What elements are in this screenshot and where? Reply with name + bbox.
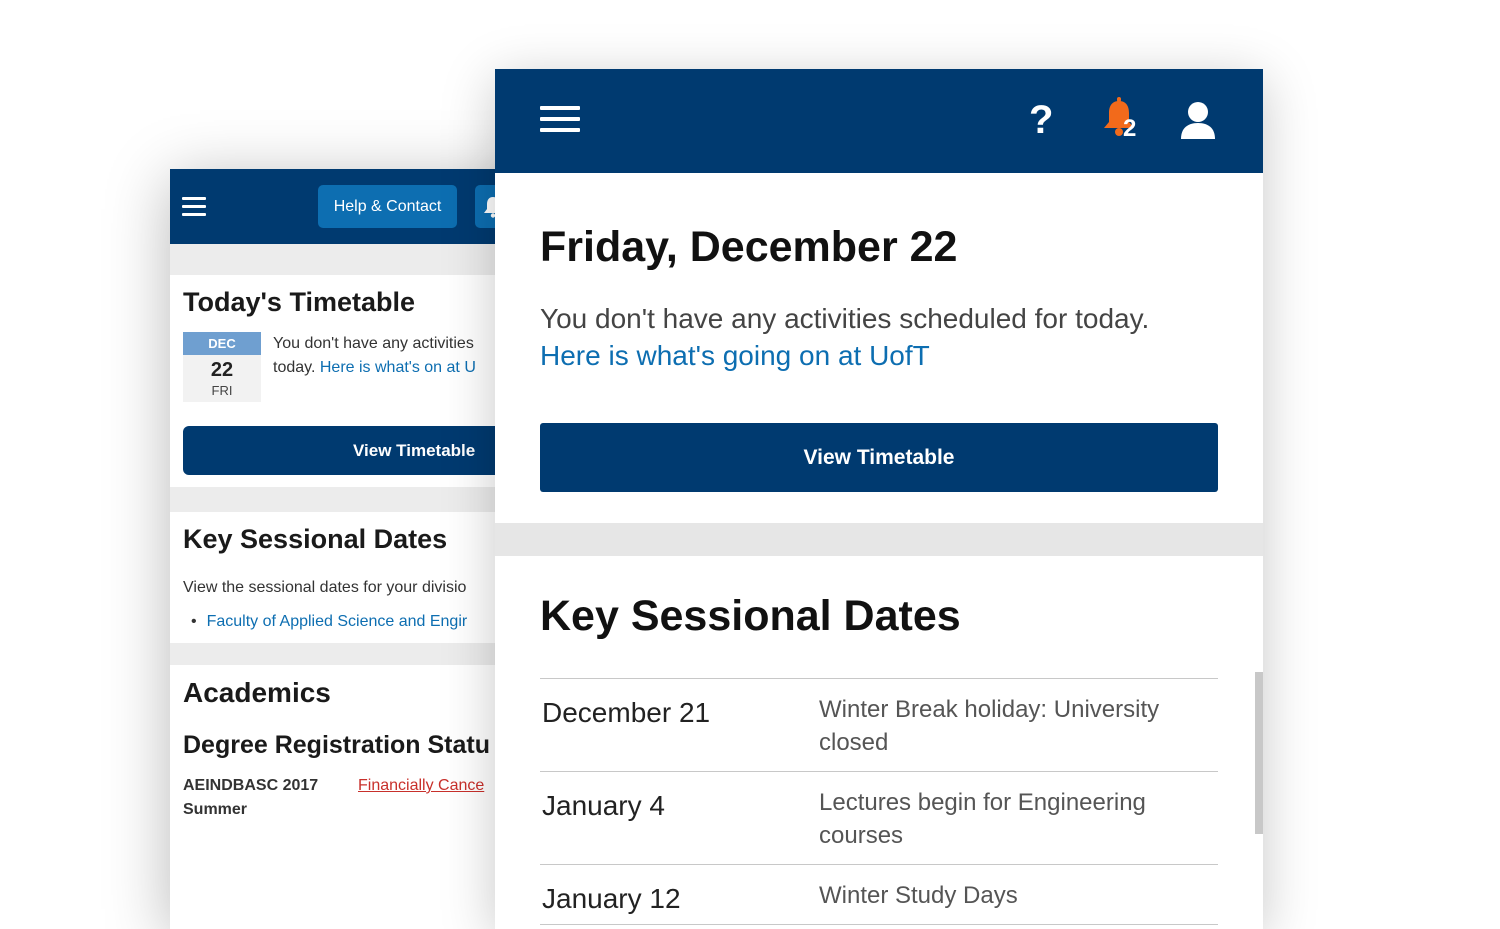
whats-on-link[interactable]: Here is what's on at U [320, 359, 476, 376]
row-date: January 12 [542, 883, 681, 914]
menu-icon[interactable] [540, 106, 580, 136]
key-sessional-dates-card: Key Sessional Dates December 21 Winter B… [495, 591, 1263, 925]
help-icon[interactable]: ? [1029, 95, 1053, 145]
date-title: Friday, December 22 [540, 223, 958, 271]
today-card: Friday, December 22 You don't have any a… [495, 219, 1263, 492]
front-header: ? 2 [495, 69, 1263, 173]
notifications-button[interactable]: 2 [1101, 95, 1147, 151]
date-badge: DEC 22 FRI [183, 332, 261, 402]
row-event: Lectures begin for Engineering courses [819, 789, 1146, 849]
date-month: DEC [183, 332, 261, 355]
row-event: Winter Break holiday: University closed [819, 696, 1160, 756]
help-contact-button[interactable]: Help & Contact [318, 185, 457, 228]
date-day: 22 [210, 359, 234, 381]
view-timetable-button[interactable]: View Timetable [540, 423, 1218, 492]
section-title: Key Sessional Dates [540, 592, 961, 640]
user-icon[interactable] [1181, 101, 1215, 139]
row-event: Winter Study Days [819, 882, 1018, 909]
message-line: today. [273, 359, 316, 376]
no-activities-message: You don't have any activities scheduled … [540, 303, 1150, 334]
section-divider [495, 523, 1263, 556]
menu-icon[interactable] [182, 197, 206, 217]
row-date: December 21 [542, 697, 711, 728]
registration-status-link[interactable]: Financially Cance [358, 774, 484, 798]
scrollbar[interactable] [1255, 672, 1263, 834]
table-row: January 4 Lectures begin for Engineering… [540, 772, 1218, 865]
notification-count: 2 [1123, 115, 1137, 142]
date-weekday: FRI [211, 383, 233, 398]
sessional-dates-table: December 21 Winter Break holiday: Univer… [540, 678, 1218, 925]
table-row: January 12 Winter Study Days [540, 865, 1218, 925]
row-date: January 4 [542, 790, 665, 821]
whats-on-link[interactable]: Here is what's going on at UofT [540, 337, 1218, 374]
table-row: December 21 Winter Break holiday: Univer… [540, 679, 1218, 772]
mobile-preview-panel: ? 2 Friday, December 22 You don't have a… [495, 69, 1263, 929]
